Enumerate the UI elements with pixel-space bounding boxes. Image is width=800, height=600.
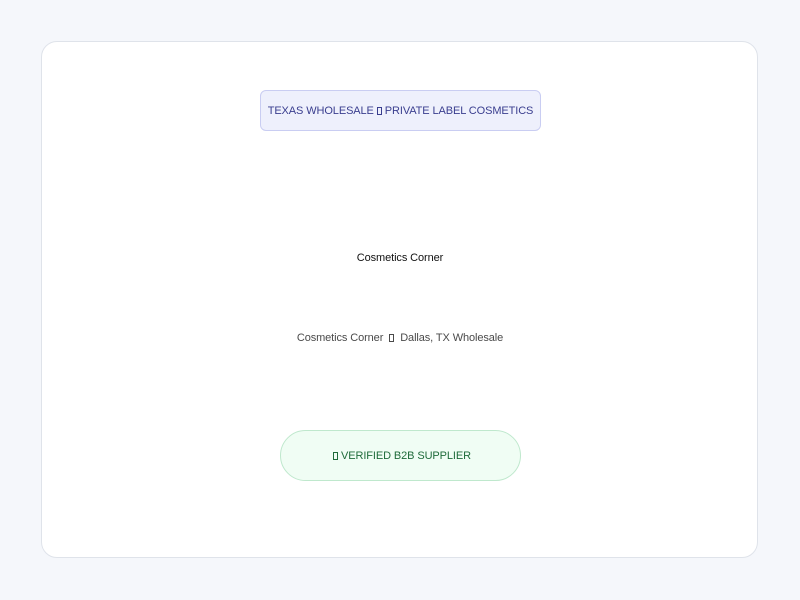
badge-right-text: PRIVATE LABEL COSMETICS [384, 104, 534, 117]
page-title: Cosmetics Corner [356, 252, 444, 264]
subtitle-left-text: Cosmetics Corner [296, 332, 384, 344]
verified-glyph-icon [333, 451, 339, 460]
category-badge: TEXAS WHOLESALE PRIVATE LABEL COSMETICS [260, 90, 541, 131]
separator-glyph-icon [376, 106, 382, 115]
verified-supplier-badge: VERIFIED B2B SUPPLIER [280, 430, 521, 481]
verified-label: VERIFIED B2B SUPPLIER [341, 449, 471, 462]
badge-left-text: TEXAS WHOLESALE [267, 104, 374, 117]
subtitle-right-text: Dallas, TX Wholesale [400, 332, 504, 344]
separator-glyph-icon [389, 334, 395, 342]
page-subtitle: Cosmetics Corner Dallas, TX Wholesale [0, 332, 800, 344]
